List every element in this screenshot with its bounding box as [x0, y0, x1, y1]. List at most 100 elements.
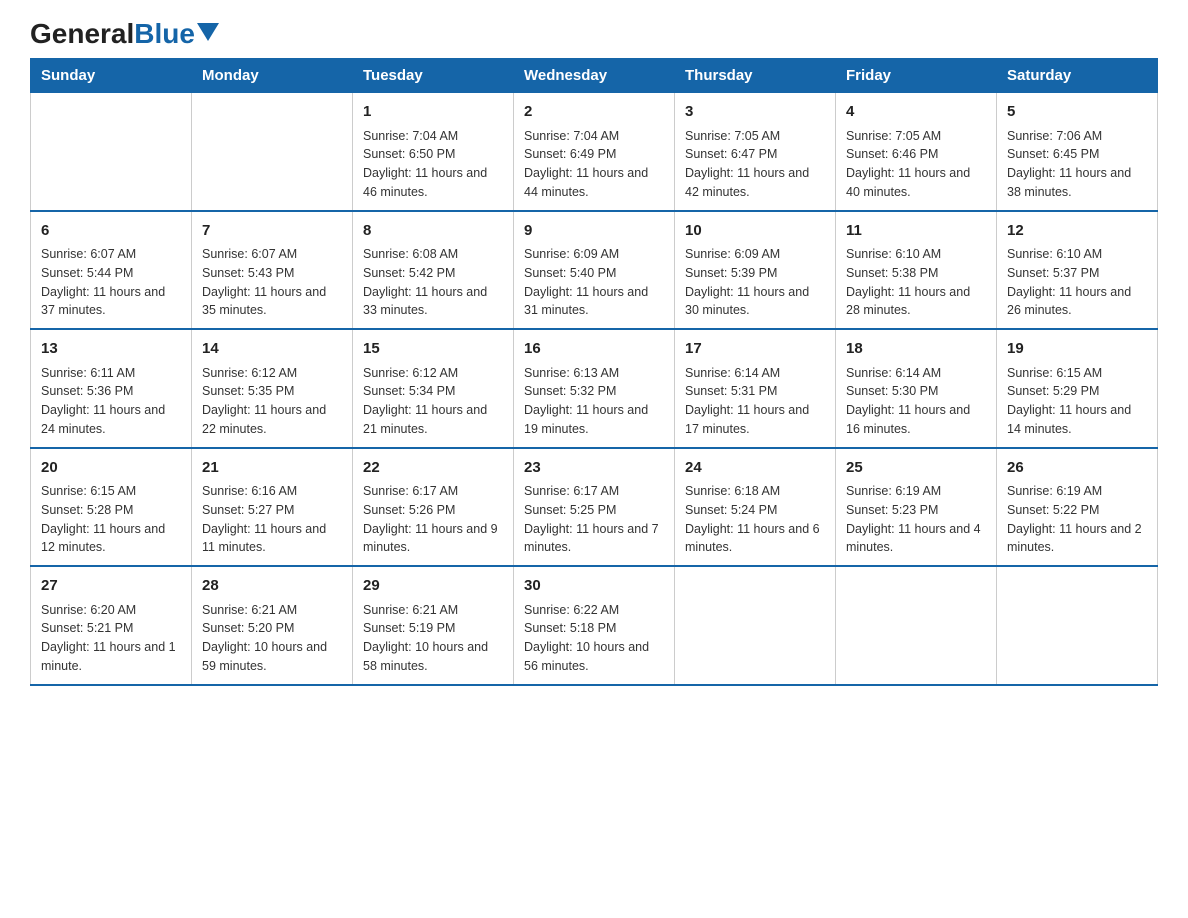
calendar-cell: 23Sunrise: 6:17 AMSunset: 5:25 PMDayligh… [514, 448, 675, 567]
day-info: Sunrise: 6:18 AMSunset: 5:24 PMDaylight:… [685, 482, 825, 557]
day-info: Sunrise: 6:21 AMSunset: 5:20 PMDaylight:… [202, 601, 342, 676]
calendar-cell: 11Sunrise: 6:10 AMSunset: 5:38 PMDayligh… [836, 211, 997, 330]
calendar-cell: 18Sunrise: 6:14 AMSunset: 5:30 PMDayligh… [836, 329, 997, 448]
day-number: 11 [846, 220, 986, 243]
calendar-cell: 8Sunrise: 6:08 AMSunset: 5:42 PMDaylight… [353, 211, 514, 330]
calendar-cell [997, 566, 1158, 685]
calendar-cell: 14 Sunrise: 6:12 AMSunset: 5:35 PMDayligh… [192, 329, 353, 448]
calendar-table: SundayMondayTuesdayWednesdayThursdayFrid… [30, 58, 1158, 686]
calendar-cell [836, 566, 997, 685]
day-number: 3 [685, 101, 825, 124]
day-info: Sunrise: 7:06 AMSunset: 6:45 PMDaylight:… [1007, 127, 1147, 202]
calendar-cell [675, 566, 836, 685]
calendar-cell: 15 Sunrise: 6:12 AMSunset: 5:34 PMDayligh… [353, 329, 514, 448]
day-number: 4 [846, 101, 986, 124]
day-number: 23 [524, 457, 664, 480]
day-number: 8 [363, 220, 503, 243]
calendar-cell: 2 Sunrise: 7:04 AMSunset: 6:49 PMDaylight… [514, 93, 675, 211]
day-info: Sunrise: 6:19 AMSunset: 5:22 PMDaylight:… [1007, 482, 1147, 557]
day-info: Sunrise: 6:11 AMSunset: 5:36 PMDaylight:… [41, 364, 181, 439]
week-row-4: 20Sunrise: 6:15 AMSunset: 5:28 PMDayligh… [31, 448, 1158, 567]
calendar-cell [31, 93, 192, 211]
calendar-cell: 1 Sunrise: 7:04 AMSunset: 6:50 PMDaylight… [353, 93, 514, 211]
day-info: Sunrise: 7:04 AMSunset: 6:50 PMDaylight:… [363, 127, 503, 202]
day-number: 9 [524, 220, 664, 243]
week-row-1: 1 Sunrise: 7:04 AMSunset: 6:50 PMDaylight… [31, 93, 1158, 211]
day-number: 14 [202, 338, 342, 361]
calendar-cell: 6Sunrise: 6:07 AMSunset: 5:44 PMDaylight… [31, 211, 192, 330]
day-info: Sunrise: 6:12 AMSunset: 5:35 PMDaylight:… [202, 364, 342, 439]
header-friday: Friday [836, 59, 997, 93]
day-number: 19 [1007, 338, 1147, 361]
calendar-cell [192, 93, 353, 211]
calendar-cell: 20Sunrise: 6:15 AMSunset: 5:28 PMDayligh… [31, 448, 192, 567]
day-info: Sunrise: 6:09 AMSunset: 5:40 PMDaylight:… [524, 245, 664, 320]
calendar-cell: 21Sunrise: 6:16 AMSunset: 5:27 PMDayligh… [192, 448, 353, 567]
day-number: 1 [363, 101, 503, 124]
calendar-cell: 28Sunrise: 6:21 AMSunset: 5:20 PMDayligh… [192, 566, 353, 685]
day-number: 22 [363, 457, 503, 480]
header-sunday: Sunday [31, 59, 192, 93]
day-number: 7 [202, 220, 342, 243]
calendar-header-row: SundayMondayTuesdayWednesdayThursdayFrid… [31, 59, 1158, 93]
header-tuesday: Tuesday [353, 59, 514, 93]
week-row-2: 6Sunrise: 6:07 AMSunset: 5:44 PMDaylight… [31, 211, 1158, 330]
day-info: Sunrise: 6:09 AMSunset: 5:39 PMDaylight:… [685, 245, 825, 320]
week-row-3: 13 Sunrise: 6:11 AMSunset: 5:36 PMDayligh… [31, 329, 1158, 448]
header-saturday: Saturday [997, 59, 1158, 93]
day-info: Sunrise: 7:05 AMSunset: 6:46 PMDaylight:… [846, 127, 986, 202]
header-wednesday: Wednesday [514, 59, 675, 93]
day-info: Sunrise: 6:10 AMSunset: 5:38 PMDaylight:… [846, 245, 986, 320]
day-number: 20 [41, 457, 181, 480]
header-monday: Monday [192, 59, 353, 93]
day-number: 13 [41, 338, 181, 361]
logo: GeneralBlue Blue [30, 20, 219, 48]
day-info: Sunrise: 6:07 AMSunset: 5:44 PMDaylight:… [41, 245, 181, 320]
day-info: Sunrise: 6:12 AMSunset: 5:34 PMDaylight:… [363, 364, 503, 439]
day-info: Sunrise: 6:08 AMSunset: 5:42 PMDaylight:… [363, 245, 503, 320]
day-info: Sunrise: 6:14 AMSunset: 5:31 PMDaylight:… [685, 364, 825, 439]
day-number: 30 [524, 575, 664, 598]
day-number: 16 [524, 338, 664, 361]
page-header: GeneralBlue Blue [30, 20, 1158, 48]
logo-text: GeneralBlue [30, 20, 195, 48]
calendar-cell: 25Sunrise: 6:19 AMSunset: 5:23 PMDayligh… [836, 448, 997, 567]
day-info: Sunrise: 6:07 AMSunset: 5:43 PMDaylight:… [202, 245, 342, 320]
day-number: 18 [846, 338, 986, 361]
day-info: Sunrise: 6:17 AMSunset: 5:25 PMDaylight:… [524, 482, 664, 557]
calendar-cell: 17Sunrise: 6:14 AMSunset: 5:31 PMDayligh… [675, 329, 836, 448]
day-info: Sunrise: 6:17 AMSunset: 5:26 PMDaylight:… [363, 482, 503, 557]
day-number: 15 [363, 338, 503, 361]
day-info: Sunrise: 6:20 AMSunset: 5:21 PMDaylight:… [41, 601, 181, 676]
day-number: 25 [846, 457, 986, 480]
day-number: 24 [685, 457, 825, 480]
day-info: Sunrise: 6:22 AMSunset: 5:18 PMDaylight:… [524, 601, 664, 676]
day-info: Sunrise: 6:15 AMSunset: 5:28 PMDaylight:… [41, 482, 181, 557]
day-info: Sunrise: 6:21 AMSunset: 5:19 PMDaylight:… [363, 601, 503, 676]
day-number: 2 [524, 101, 664, 124]
day-info: Sunrise: 6:13 AMSunset: 5:32 PMDaylight:… [524, 364, 664, 439]
calendar-cell: 12Sunrise: 6:10 AMSunset: 5:37 PMDayligh… [997, 211, 1158, 330]
day-info: Sunrise: 7:05 AMSunset: 6:47 PMDaylight:… [685, 127, 825, 202]
day-number: 26 [1007, 457, 1147, 480]
logo-arrow-icon [197, 23, 219, 45]
day-number: 5 [1007, 101, 1147, 124]
calendar-cell: 13 Sunrise: 6:11 AMSunset: 5:36 PMDayligh… [31, 329, 192, 448]
calendar-cell: 30 Sunrise: 6:22 AMSunset: 5:18 PMDayligh… [514, 566, 675, 685]
calendar-cell: 24Sunrise: 6:18 AMSunset: 5:24 PMDayligh… [675, 448, 836, 567]
calendar-cell: 19 Sunrise: 6:15 AMSunset: 5:29 PMDayligh… [997, 329, 1158, 448]
day-info: Sunrise: 6:10 AMSunset: 5:37 PMDaylight:… [1007, 245, 1147, 320]
calendar-cell: 3 Sunrise: 7:05 AMSunset: 6:47 PMDaylight… [675, 93, 836, 211]
day-info: Sunrise: 6:19 AMSunset: 5:23 PMDaylight:… [846, 482, 986, 557]
day-number: 29 [363, 575, 503, 598]
day-info: Sunrise: 6:15 AMSunset: 5:29 PMDaylight:… [1007, 364, 1147, 439]
calendar-cell: 7Sunrise: 6:07 AMSunset: 5:43 PMDaylight… [192, 211, 353, 330]
day-info: Sunrise: 7:04 AMSunset: 6:49 PMDaylight:… [524, 127, 664, 202]
calendar-cell: 10Sunrise: 6:09 AMSunset: 5:39 PMDayligh… [675, 211, 836, 330]
calendar-cell: 5 Sunrise: 7:06 AMSunset: 6:45 PMDaylight… [997, 93, 1158, 211]
day-number: 12 [1007, 220, 1147, 243]
calendar-cell: 16 Sunrise: 6:13 AMSunset: 5:32 PMDayligh… [514, 329, 675, 448]
calendar-cell: 29 Sunrise: 6:21 AMSunset: 5:19 PMDayligh… [353, 566, 514, 685]
calendar-cell: 22Sunrise: 6:17 AMSunset: 5:26 PMDayligh… [353, 448, 514, 567]
header-thursday: Thursday [675, 59, 836, 93]
